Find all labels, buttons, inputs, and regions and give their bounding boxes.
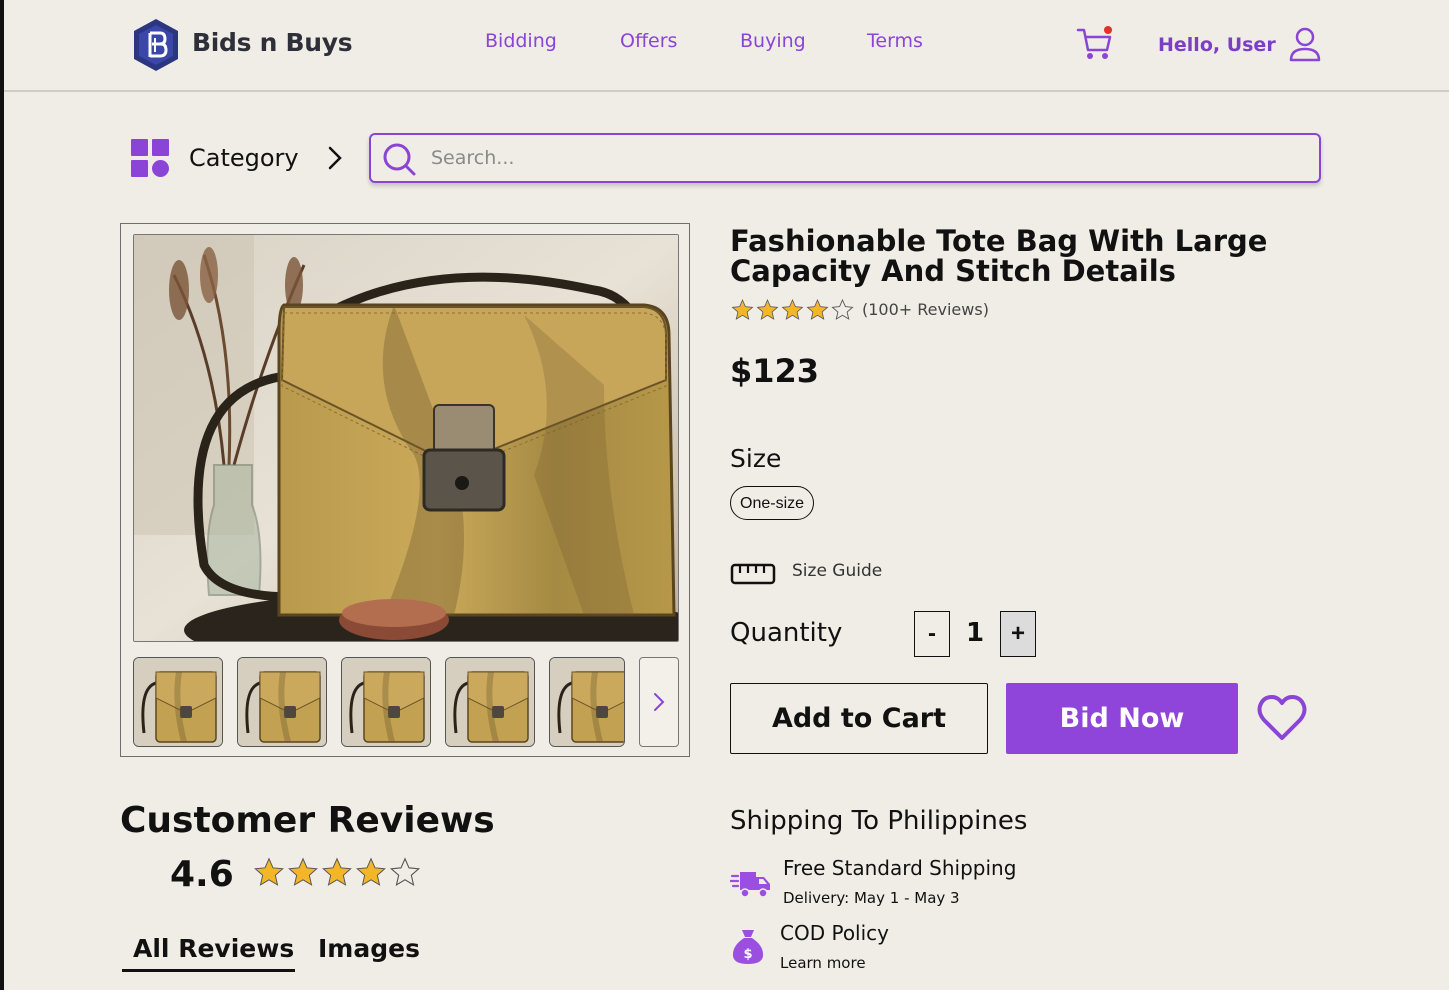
star-filled-icon	[322, 857, 352, 886]
product-rating-stars	[730, 298, 855, 322]
chevron-right-icon	[654, 693, 665, 711]
wishlist-heart-icon[interactable]	[1256, 693, 1308, 743]
learn-more-link[interactable]: Learn more	[780, 954, 866, 972]
product-thumbnail[interactable]	[237, 657, 327, 747]
product-title: Fashionable Tote Bag With Large Capacity…	[730, 224, 1268, 288]
category-grid-icon[interactable]	[128, 137, 172, 181]
free-shipping-label: Free Standard Shipping	[783, 856, 1017, 880]
tab-images[interactable]: Images	[318, 934, 420, 963]
product-thumbnail[interactable]	[133, 657, 223, 747]
star-filled-icon	[781, 299, 804, 320]
quantity-value[interactable]: 1	[962, 618, 988, 648]
product-gallery	[120, 223, 690, 757]
quantity-decrease-button[interactable]: -	[914, 611, 950, 657]
delivery-truck-icon	[730, 872, 770, 898]
star-empty-icon	[389, 857, 421, 887]
size-option-one-size[interactable]: One-size	[730, 486, 815, 520]
search-bar[interactable]	[369, 133, 1321, 183]
product-thumbnail[interactable]	[341, 657, 431, 747]
user-icon[interactable]	[1287, 26, 1323, 64]
delivery-dates: Delivery: May 1 - May 3	[783, 889, 960, 907]
top-navbar: Bids n Buys Bidding Offers Buying Terms …	[4, 0, 1449, 92]
star-filled-icon	[288, 857, 318, 886]
window-edge	[0, 0, 4, 990]
bid-now-button[interactable]: Bid Now	[1006, 683, 1238, 754]
nav-buying[interactable]: Buying	[740, 30, 806, 52]
brand-name[interactable]: Bids n Buys	[192, 28, 353, 57]
user-greeting[interactable]: Hello, User	[1158, 34, 1276, 56]
nav-terms[interactable]: Terms	[867, 30, 923, 52]
add-to-cart-button[interactable]: Add to Cart	[730, 683, 988, 754]
quantity-label: Quantity	[730, 618, 843, 648]
product-thumbnail[interactable]	[445, 657, 535, 747]
star-filled-icon	[731, 299, 754, 320]
star-filled-icon	[806, 299, 829, 320]
size-label: Size	[730, 444, 782, 473]
active-tab-indicator	[122, 969, 295, 972]
star-empty-icon	[831, 298, 854, 320]
cod-policy-label: COD Policy	[780, 921, 889, 945]
cart-icon[interactable]	[1075, 24, 1115, 64]
category-label[interactable]: Category	[189, 144, 299, 172]
shipping-heading: Shipping To Philippines	[730, 806, 1028, 836]
logo-shield-icon[interactable]	[130, 17, 182, 73]
product-price: $123	[730, 352, 820, 390]
tab-all-reviews[interactable]: All Reviews	[133, 934, 294, 963]
star-filled-icon	[756, 299, 779, 320]
ruler-icon[interactable]	[730, 561, 776, 587]
cart-notification-dot	[1104, 26, 1112, 34]
review-count-link[interactable]: (100+ Reviews)	[862, 300, 989, 319]
size-guide-link[interactable]: Size Guide	[792, 561, 882, 581]
star-filled-icon	[356, 857, 386, 886]
chevron-right-icon[interactable]	[325, 145, 345, 171]
product-main-image[interactable]	[133, 234, 679, 642]
average-rating-stars	[252, 856, 422, 889]
nav-offers[interactable]: Offers	[620, 30, 677, 52]
search-icon[interactable]	[381, 141, 417, 177]
customer-reviews-heading: Customer Reviews	[120, 800, 495, 841]
average-rating: 4.6	[170, 854, 234, 895]
quantity-increase-button[interactable]: +	[1000, 611, 1036, 657]
star-filled-icon	[254, 857, 284, 886]
nav-bidding[interactable]: Bidding	[485, 30, 557, 52]
svg-text:$: $	[743, 947, 752, 962]
money-bag-icon: $	[732, 930, 764, 964]
search-input[interactable]	[431, 143, 1291, 173]
product-thumbnail[interactable]	[549, 657, 625, 747]
thumbnail-next-button[interactable]	[639, 657, 679, 747]
